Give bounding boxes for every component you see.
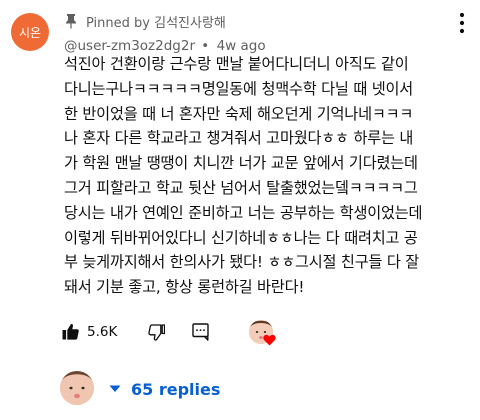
commenter-avatar[interactable]: 시온: [11, 13, 49, 51]
pinned-indicator: Pinned by 김석진사랑해: [64, 12, 226, 31]
pinned-label: Pinned by 김석진사랑해: [86, 15, 226, 31]
thumbs-up-icon[interactable]: [62, 323, 79, 340]
chevron-down-icon: [109, 385, 121, 392]
avatar-initials: 시온: [18, 25, 42, 40]
heart-icon: [263, 334, 276, 346]
comment-actions: 5.6K: [60, 320, 480, 346]
reply-face-image: [60, 371, 94, 405]
view-replies-button[interactable]: 65 replies: [109, 378, 220, 400]
creator-heart[interactable]: [249, 320, 279, 350]
like-count: 5.6K: [87, 324, 118, 340]
comment-text: 석진아 건환이랑 근수랑 맨날 붙어다니더니 아직도 같이 다니는구나ㅋㅋㅋㅋㅋ…: [64, 55, 423, 297]
reply-author-avatar: [60, 371, 94, 405]
replies-count-label: 65 replies: [131, 379, 221, 399]
more-vertical-icon[interactable]: [455, 10, 469, 36]
thumbs-down-icon[interactable]: [148, 324, 165, 341]
pin-icon: [66, 14, 76, 29]
reply-comment-icon[interactable]: [192, 323, 209, 341]
